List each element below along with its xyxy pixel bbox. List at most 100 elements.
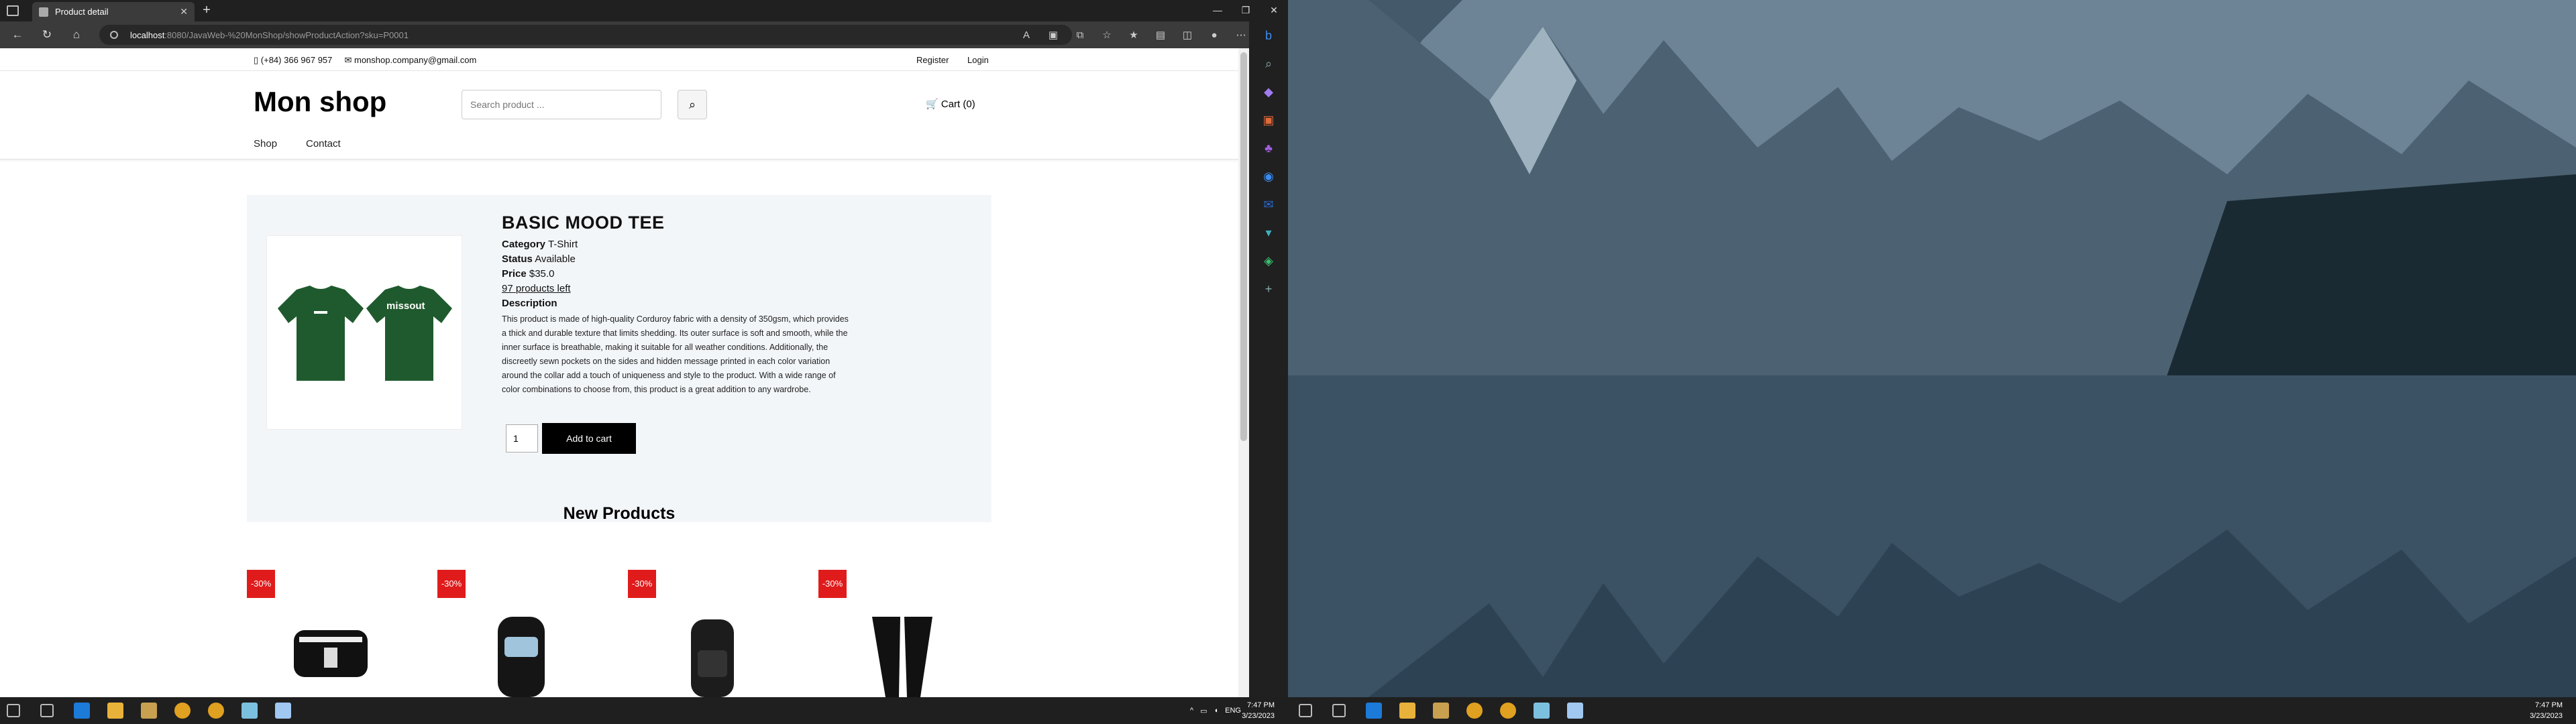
add-sidebar-icon[interactable]: + bbox=[1249, 275, 1288, 303]
file-explorer-icon[interactable] bbox=[1399, 703, 1415, 719]
new-tab-icon[interactable]: + bbox=[199, 3, 215, 19]
start-icon[interactable] bbox=[7, 704, 20, 717]
search-input[interactable] bbox=[462, 90, 661, 119]
favorite-icon[interactable]: ☆ bbox=[1093, 29, 1120, 41]
office-icon[interactable]: ◉ bbox=[1249, 162, 1288, 190]
site-info-icon[interactable] bbox=[110, 31, 118, 39]
product-card[interactable]: -30% bbox=[437, 570, 598, 697]
toolbar-icons: A ▣ ⧉ ☆ ★ ▤ ◫ ● ⋯ bbox=[1013, 21, 1254, 48]
product-card[interactable]: -30% bbox=[818, 570, 979, 697]
app-icon[interactable] bbox=[275, 703, 291, 719]
chrome-icon[interactable] bbox=[174, 703, 191, 719]
edge-taskbar-icon[interactable] bbox=[74, 703, 90, 719]
scrollbar-thumb[interactable] bbox=[1240, 52, 1247, 441]
file-explorer-icon[interactable] bbox=[107, 703, 123, 719]
clock-date: 3/23/2023 bbox=[1242, 712, 1275, 720]
stock-text: products left bbox=[515, 283, 571, 294]
read-aloud-icon[interactable]: A bbox=[1013, 29, 1040, 41]
menu-item-shop[interactable]: Shop bbox=[254, 138, 277, 149]
clock-time: 7:47 PM bbox=[2535, 701, 2563, 709]
category-label: Category bbox=[502, 239, 546, 250]
backpack-image bbox=[498, 617, 545, 697]
page-scrollbar[interactable] bbox=[1238, 48, 1249, 697]
volume-icon[interactable]: ◖ bbox=[1214, 707, 1219, 715]
home-icon[interactable]: ⌂ bbox=[67, 25, 86, 44]
store-icon[interactable] bbox=[141, 703, 157, 719]
favorites-icon[interactable]: ★ bbox=[1120, 29, 1147, 41]
stock-count: 97 bbox=[502, 283, 513, 294]
search-button[interactable]: ⌕ bbox=[678, 90, 707, 119]
product-card[interactable]: -30% bbox=[628, 570, 789, 697]
site-header: Mon shop ⌕ 🛒 Cart (0) bbox=[0, 71, 1238, 127]
chrome-icon[interactable] bbox=[208, 703, 224, 719]
discount-badge: -30% bbox=[247, 570, 275, 598]
window-controls: — ❐ ✕ bbox=[1203, 0, 1288, 21]
tools-icon[interactable]: ▣ bbox=[1249, 106, 1288, 134]
clock-date: 3/23/2023 bbox=[2530, 712, 2563, 720]
games-icon[interactable]: ♣ bbox=[1249, 134, 1288, 162]
chrome-icon[interactable] bbox=[1466, 703, 1483, 719]
clock[interactable]: 7:47 PM 3/23/2023 bbox=[1242, 700, 1275, 721]
address-bar[interactable]: localhost:8080/JavaWeb-%20MonShop/showPr… bbox=[99, 25, 1072, 45]
back-icon[interactable]: ← bbox=[8, 25, 27, 44]
toiletry-bag-image bbox=[294, 630, 368, 677]
login-link[interactable]: Login bbox=[967, 55, 989, 65]
outlook-icon[interactable]: ✉ bbox=[1249, 190, 1288, 219]
app-available-icon[interactable]: ▣ bbox=[1040, 29, 1067, 41]
language-indicator[interactable]: ENG bbox=[1225, 707, 1241, 715]
tee-print-text: missout bbox=[386, 300, 425, 312]
cart-link[interactable]: 🛒 Cart (0) bbox=[926, 98, 975, 110]
browser-window: Product detail ✕ + — ❐ ✕ ← ↻ ⌂ localhost… bbox=[0, 0, 1288, 697]
app-icon[interactable] bbox=[1567, 703, 1583, 719]
phone-icon: ▯ bbox=[254, 55, 259, 65]
cart-label: Cart (0) bbox=[941, 99, 975, 110]
shopping-icon[interactable]: ◆ bbox=[1249, 78, 1288, 106]
edge-taskbar-icon[interactable] bbox=[1366, 703, 1382, 719]
mail-icon: ✉ bbox=[344, 55, 352, 65]
chrome-icon[interactable] bbox=[1500, 703, 1516, 719]
address-toolbar: ← ↻ ⌂ localhost:8080/JavaWeb-%20MonShop/… bbox=[0, 21, 1288, 48]
search-sidebar-icon[interactable]: ⌕ bbox=[1249, 50, 1288, 78]
tee-back-image bbox=[278, 286, 364, 381]
browser-tab[interactable]: Product detail ✕ bbox=[32, 2, 195, 21]
collections-icon[interactable]: ▤ bbox=[1147, 29, 1174, 41]
app-icon[interactable] bbox=[1534, 703, 1550, 719]
product-card[interactable]: -30% bbox=[247, 570, 408, 697]
minimize-icon[interactable]: — bbox=[1203, 0, 1232, 21]
tab-actions-icon[interactable] bbox=[7, 5, 19, 16]
designer-icon[interactable]: ◈ bbox=[1249, 247, 1288, 275]
drop-icon[interactable]: ▾ bbox=[1249, 219, 1288, 247]
product-image: missout bbox=[266, 235, 462, 430]
chevron-up-icon[interactable]: ^ bbox=[1190, 707, 1193, 715]
phone-number: (+84) 366 967 957 bbox=[260, 55, 333, 65]
bing-icon[interactable]: b bbox=[1249, 21, 1288, 50]
start-icon[interactable] bbox=[1299, 704, 1312, 717]
store-icon[interactable] bbox=[1433, 703, 1449, 719]
price-value: $35.0 bbox=[529, 268, 555, 280]
category-value: T-Shirt bbox=[547, 239, 578, 250]
split-screen-icon[interactable]: ◫ bbox=[1174, 29, 1201, 41]
menu-item-contact[interactable]: Contact bbox=[306, 138, 341, 149]
taskbar-right: 7:47 PM 3/23/2023 bbox=[1288, 697, 2576, 724]
extensions-icon[interactable]: ⧉ bbox=[1067, 29, 1093, 41]
task-view-icon[interactable] bbox=[1332, 704, 1346, 717]
discount-badge: -30% bbox=[437, 570, 466, 598]
cart-icon: 🛒 bbox=[926, 99, 938, 110]
network-icon[interactable]: ▭ bbox=[1200, 707, 1207, 715]
app-icon[interactable] bbox=[241, 703, 258, 719]
restore-icon[interactable]: ❐ bbox=[1232, 0, 1260, 21]
close-window-icon[interactable]: ✕ bbox=[1260, 0, 1288, 21]
site-logo[interactable]: Mon shop bbox=[254, 86, 386, 118]
profile-icon[interactable]: ● bbox=[1201, 29, 1228, 41]
register-link[interactable]: Register bbox=[916, 55, 949, 65]
clock-time: 7:47 PM bbox=[1247, 701, 1275, 709]
add-to-cart-button[interactable]: Add to cart bbox=[542, 423, 636, 454]
url-path: :8080/JavaWeb-%20MonShop/showProductActi… bbox=[164, 29, 409, 40]
product-detail: missout BASIC MOOD TEE Category T-Shirt … bbox=[247, 195, 991, 522]
refresh-icon[interactable]: ↻ bbox=[38, 25, 56, 44]
close-tab-icon[interactable]: ✕ bbox=[180, 6, 188, 17]
desktop-wallpaper bbox=[1288, 0, 2576, 697]
clock[interactable]: 7:47 PM 3/23/2023 bbox=[2530, 700, 2563, 721]
quantity-input[interactable] bbox=[506, 424, 538, 452]
task-view-icon[interactable] bbox=[40, 704, 54, 717]
